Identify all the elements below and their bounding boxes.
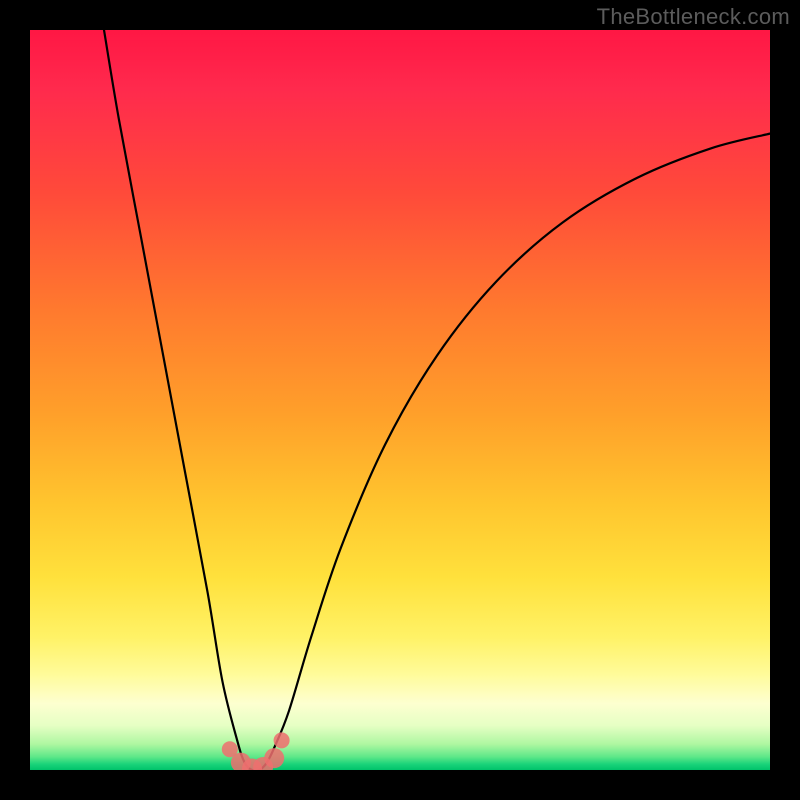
watermark-text: TheBottleneck.com bbox=[597, 4, 790, 30]
bottleneck-curve bbox=[104, 30, 770, 770]
curve-layer bbox=[30, 30, 770, 770]
highlight-point bbox=[274, 732, 290, 748]
highlight-point bbox=[264, 748, 284, 768]
highlight-markers bbox=[222, 732, 290, 770]
plot-area bbox=[30, 30, 770, 770]
chart-frame: TheBottleneck.com bbox=[0, 0, 800, 800]
